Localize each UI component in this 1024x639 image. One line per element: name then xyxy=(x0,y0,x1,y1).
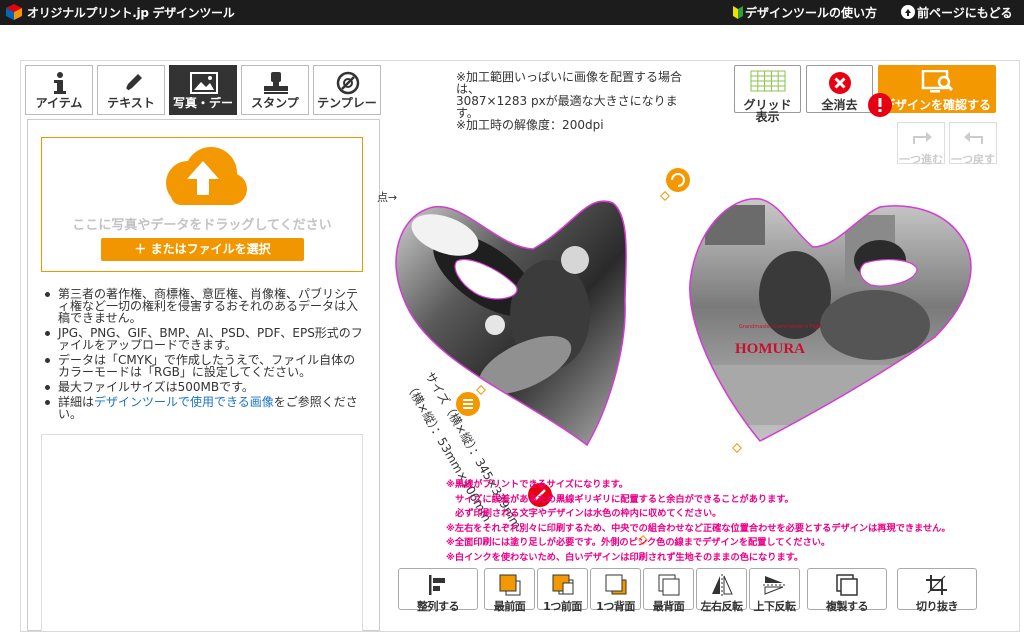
preview-design-label: デザインを確認する xyxy=(882,98,991,112)
rule-item: 詳細はデザインツールで使用できる画像をご参照ください。 xyxy=(42,396,367,420)
tab-template-label: テンプレー xyxy=(317,97,377,110)
flip-horizontal-icon xyxy=(711,574,733,596)
clear-icon xyxy=(829,72,851,94)
tab-text[interactable]: テキスト xyxy=(97,65,165,115)
bring-forward-label: 1つ前面 xyxy=(543,600,582,613)
align-icon xyxy=(429,575,445,595)
guide-link-label: デザインツールの使い方 xyxy=(745,6,878,20)
beginner-mark-icon xyxy=(733,6,743,19)
tab-stamp-label: スタンプ xyxy=(251,97,299,110)
grid-toggle-label: グリッド表示 xyxy=(743,98,792,124)
tab-photo-label: 写真・デー xyxy=(172,97,233,110)
site-logo-text[interactable]: オリジナルプリント.jp デザインツール xyxy=(27,4,235,21)
homura-logo-text: HOMURA xyxy=(735,341,805,357)
note-line: ※黒線がプリントできるサイズになります。 xyxy=(446,479,629,490)
crop-button[interactable]: 切り抜き xyxy=(897,568,977,613)
flip-vertical-label: 上下反転 xyxy=(753,600,797,613)
bring-front-label: 最前面 xyxy=(493,600,526,613)
upload-drop-zone[interactable]: ここに写真やデータをドラッグしてください ＋ またはファイルを選択 xyxy=(41,137,363,272)
duplicate-button[interactable]: 複製する xyxy=(807,568,887,613)
alert-badge-icon xyxy=(868,93,892,117)
grid-icon xyxy=(750,70,786,92)
undo-icon xyxy=(964,132,983,144)
flip-horizontal-button[interactable]: 左右反転 xyxy=(696,568,747,613)
info-line: ※加工範囲いっぱいに画像を配置する場合は、 xyxy=(456,70,683,96)
file-select-button[interactable]: ＋ またはファイルを選択 xyxy=(101,238,304,261)
monitor-search-icon xyxy=(921,70,954,93)
bring-forward-icon xyxy=(552,574,573,595)
homura-logo-subtext: Grandmaster Commander's Fight xyxy=(739,324,822,330)
back-link-label: 前ページにもどる xyxy=(917,6,1013,20)
note-line: ※左右をそれぞれ別々に印刷するため、中央での組合わせなど正確な位置合わせを必要と… xyxy=(446,522,951,534)
align-button[interactable]: 整列する xyxy=(398,568,478,613)
flip-horizontal-label: 左右反転 xyxy=(700,600,744,613)
send-back-label: 最背面 xyxy=(652,600,685,613)
cloud-upload-icon xyxy=(166,147,247,205)
redo-button[interactable]: 一つ進む xyxy=(897,122,945,166)
rotate-handle-icon[interactable] xyxy=(666,168,690,192)
origin-label: 点→ xyxy=(377,191,397,204)
drop-zone-text: ここに写真やデータをドラッグしてください xyxy=(72,218,332,233)
info-icon xyxy=(54,72,66,94)
redo-icon xyxy=(913,132,932,144)
duplicate-label: 複製する xyxy=(826,600,869,613)
note-line: 必ず印刷される文字やデザインは水色の枠内に収めてください。 xyxy=(446,508,722,519)
template-icon xyxy=(336,71,360,95)
bring-front-button[interactable]: 最前面 xyxy=(484,568,535,613)
uploaded-images-area[interactable] xyxy=(41,434,363,631)
preview-design-button[interactable]: デザインを確認する xyxy=(878,65,996,113)
note-line: サイズに誤差があるため黒線ギリギリに配置すると余白ができることがあります。 xyxy=(446,493,794,505)
flip-vertical-button[interactable]: 上下反転 xyxy=(749,568,800,613)
guide-link[interactable]: デザインツールの使い方 xyxy=(733,4,877,21)
tab-photo[interactable]: 写真・デー xyxy=(169,65,237,115)
top-bar: オリジナルプリント.jp デザインツール デザインツールの使い方 前ページにもど… xyxy=(0,0,1024,25)
rule-item: 第三者の著作権、商標権、意匠権、肖像権、パブリシティ権など一切の権利を侵害するお… xyxy=(42,288,367,324)
rule-item: データは「CMYK」で作成したうえで、ファイル自体のカラーモードは「RGB」に設… xyxy=(42,354,367,378)
pen-icon xyxy=(124,74,142,93)
rule-item: 最大ファイルサイズは500MBです。 xyxy=(42,381,367,393)
rule-item: JPG、PNG、GIF、BMP、AI、PSD、PDF、EPS形式のファイルをアッ… xyxy=(42,327,367,351)
tab-item-label: アイテム xyxy=(35,97,83,110)
send-back-button[interactable]: 最背面 xyxy=(643,568,694,613)
crop-icon xyxy=(926,575,947,595)
tab-item[interactable]: アイテム xyxy=(25,65,93,115)
duplicate-icon xyxy=(836,574,858,596)
tab-stamp[interactable]: スタンプ xyxy=(241,65,309,115)
clear-all-button[interactable]: 全消去 xyxy=(806,65,873,113)
note-line: ※全面印刷には塗り足しが必要です。外側のピンク色の線までデザインを配置してくださ… xyxy=(446,537,831,548)
clear-all-label: 全消去 xyxy=(821,98,858,112)
resolution-info: ※加工範囲いっぱいに画像を配置する場合は、 3087×1283 pxが最適な大き… xyxy=(456,71,686,131)
tab-text-label: テキスト xyxy=(107,97,155,110)
tab-template[interactable]: テンプレー xyxy=(313,65,381,115)
right-mask-piece[interactable]: HOMURA Grandmaster Commander's Fight xyxy=(680,190,990,450)
info-line: 3087×1283 pxが最適な大きさになります。 xyxy=(456,94,678,120)
flip-vertical-icon xyxy=(762,576,785,595)
send-backward-label: 1つ背面 xyxy=(596,600,635,613)
usable-images-link[interactable]: デザインツールで使用できる画像 xyxy=(94,395,274,409)
image-icon xyxy=(190,72,218,94)
back-arrow-icon xyxy=(901,5,915,19)
send-backward-button[interactable]: 1つ背面 xyxy=(590,568,641,613)
info-line: ※加工時の解像度：200dpi xyxy=(456,118,604,132)
note-line: ※白インクを使わないため、白いデザインは印刷されず生地そのままの色になります。 xyxy=(446,551,804,563)
stamp-icon xyxy=(264,72,288,94)
bring-front-icon xyxy=(499,574,520,596)
upload-rules-list: 第三者の著作権、商標権、意匠権、肖像権、パブリシティ権など一切の権利を侵害するお… xyxy=(42,288,367,423)
undo-button[interactable]: 一つ戻す xyxy=(949,122,997,166)
back-link[interactable]: 前ページにもどる xyxy=(901,4,1013,21)
align-label: 整列する xyxy=(417,600,460,613)
send-backward-icon xyxy=(605,574,626,595)
crop-label: 切り抜き xyxy=(916,600,959,613)
send-back-icon xyxy=(658,574,679,596)
bring-forward-button[interactable]: 1つ前面 xyxy=(537,568,588,613)
print-notes: ※黒線がプリントできるサイズになります。 サイズに誤差があるため黒線ギリギリに配… xyxy=(446,478,986,568)
grid-toggle-button[interactable]: グリッド表示 xyxy=(734,65,801,123)
logo-cube-icon xyxy=(6,4,22,20)
